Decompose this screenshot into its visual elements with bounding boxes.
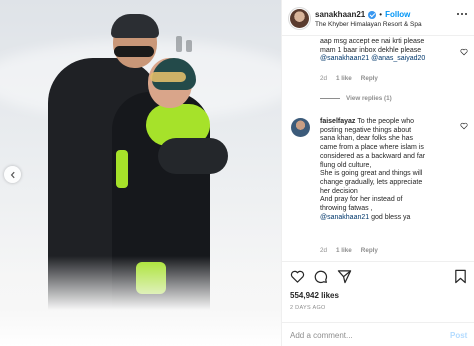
- reply-button[interactable]: Reply: [361, 247, 378, 254]
- comment-line: And pray for her instead of: [320, 196, 403, 204]
- comment-meta: 2d 1 like Reply: [320, 247, 378, 254]
- share-icon[interactable]: [337, 269, 352, 284]
- post-actions: 554,942 likes 2 DAYS AGO Post: [282, 261, 474, 346]
- add-comment-bar: Post: [282, 322, 474, 346]
- commenter-avatar[interactable]: [291, 118, 310, 137]
- black-glove: [158, 138, 228, 174]
- chevron-left-icon: [10, 171, 15, 178]
- comment-meta: 2d 1 like Reply: [320, 75, 378, 82]
- comment-time: 2d: [320, 75, 328, 82]
- comment-line: god bless ya: [371, 213, 411, 221]
- comment-like-heart-icon[interactable]: [460, 122, 468, 130]
- view-replies-button[interactable]: View replies (1): [320, 95, 392, 102]
- comment-line: posting negative things about: [320, 126, 412, 134]
- header-location[interactable]: The Khyber Himalayan Resort & Spa: [315, 21, 422, 28]
- comments-list[interactable]: aap msg accept ee nai krti please mam 1 …: [282, 36, 474, 261]
- comment-like-heart-icon[interactable]: [460, 48, 468, 56]
- comment-likes[interactable]: 1 like: [336, 75, 352, 82]
- comment-time: 2d: [320, 247, 328, 254]
- comment-line: came from a place where islam is: [320, 144, 424, 152]
- background-tree: [186, 40, 192, 52]
- comment-line: her decision: [320, 187, 358, 195]
- man-beanie: [111, 14, 159, 38]
- add-comment-input[interactable]: [290, 328, 440, 343]
- comment-text: faiselfayaz To the people who posting ne…: [320, 118, 462, 222]
- view-replies-label: View replies (1): [346, 95, 392, 102]
- previous-photo-button[interactable]: [4, 166, 21, 183]
- comment-line: change gradually, lets appreciate: [320, 178, 423, 186]
- header-separator: •: [379, 10, 383, 19]
- post-photo[interactable]: [0, 0, 281, 346]
- verified-badge-icon: [368, 10, 377, 19]
- header-username[interactable]: sanakhaan21: [315, 10, 365, 19]
- header-title-row: sanakhaan21 • Follow: [315, 10, 410, 19]
- comment-line: aap msg accept ee nai krti please: [320, 38, 425, 45]
- mention-link[interactable]: @sanakhaan21: [320, 55, 369, 62]
- avatar[interactable]: [290, 9, 309, 28]
- comment-line: She is going great and things will: [320, 170, 423, 178]
- more-options-icon[interactable]: [457, 13, 469, 19]
- post-side-panel: sanakhaan21 • Follow The Khyber Himalaya…: [281, 0, 474, 346]
- mention-link[interactable]: @sanakhaan21: [320, 214, 369, 221]
- likes-count[interactable]: 554,942 likes: [290, 291, 339, 300]
- woman-sunglasses: [150, 72, 186, 82]
- mention-link[interactable]: @anas_saiyad20: [371, 55, 425, 62]
- comment-line: flung old culture,: [320, 161, 372, 169]
- follow-button[interactable]: Follow: [385, 10, 410, 19]
- lime-jacket-cuff: [116, 150, 128, 188]
- post-timestamp: 2 DAYS AGO: [290, 305, 326, 311]
- reply-button[interactable]: Reply: [361, 75, 378, 82]
- comment-line: considered as a backward and far: [320, 152, 426, 160]
- commenter-username[interactable]: faiselfayaz: [320, 118, 355, 125]
- post-comment-button[interactable]: Post: [450, 331, 467, 340]
- comment-line: throwing fatwas ,: [320, 205, 373, 213]
- comment-line: sana khan, dear folks she has: [320, 135, 414, 143]
- snow-ground: [0, 256, 281, 346]
- bookmark-icon[interactable]: [453, 269, 468, 284]
- background-tree: [176, 36, 182, 52]
- heart-icon[interactable]: [290, 269, 305, 284]
- comment-line: To the people who: [357, 118, 415, 125]
- comment-line: mam 1 baar inbox dekhle please: [320, 46, 422, 54]
- man-sunglasses: [114, 46, 154, 57]
- post-header: sanakhaan21 • Follow The Khyber Himalaya…: [282, 0, 474, 36]
- comment-likes[interactable]: 1 like: [336, 247, 352, 254]
- replies-divider: [320, 98, 340, 99]
- comment-text: aap msg accept ee nai krti please mam 1 …: [320, 38, 462, 64]
- comment-icon[interactable]: [313, 269, 328, 284]
